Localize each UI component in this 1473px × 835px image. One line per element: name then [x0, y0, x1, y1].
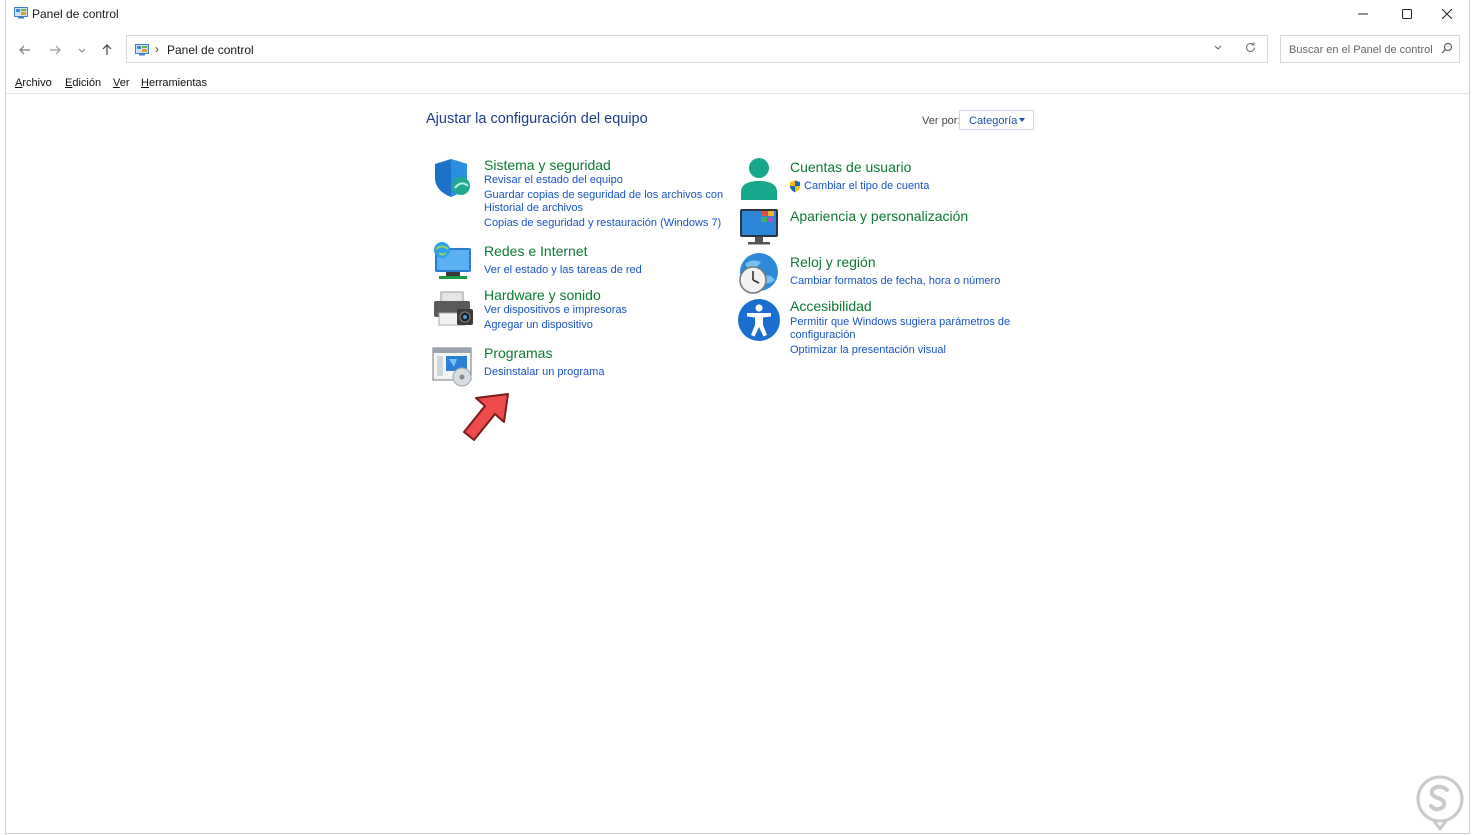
link-cambiar-tipo-cuenta[interactable]: Cambiar el tipo de cuenta	[804, 180, 929, 192]
link-cambiar-formatos[interactable]: Cambiar formatos de fecha, hora o número	[790, 275, 1000, 287]
window-title: Panel de control	[32, 7, 119, 21]
menu-ver[interactable]: Ver	[113, 77, 130, 89]
category-title-hardware[interactable]: Hardware y sonido	[484, 287, 601, 303]
clock-globe-icon	[739, 253, 778, 294]
link-permitir-windows[interactable]: Permitir que Windows sugiera parámetros …	[790, 316, 1010, 328]
view-by-value: Categoría	[969, 115, 1018, 127]
address-bar[interactable]: › Panel de control	[126, 35, 1268, 63]
maximize-button[interactable]	[1387, 0, 1427, 28]
address-dropdown-button[interactable]	[1213, 43, 1223, 56]
recent-locations-button[interactable]	[72, 40, 92, 60]
programs-icon	[432, 347, 472, 387]
arrow-left-icon	[19, 45, 30, 55]
category-title-programas[interactable]: Programas	[484, 345, 552, 361]
maximize-icon	[1402, 9, 1412, 19]
link-estado-red[interactable]: Ver el estado y las tareas de red	[484, 264, 642, 276]
printer-icon	[434, 291, 473, 326]
refresh-icon	[1245, 42, 1256, 52]
caret-down-icon	[1019, 118, 1025, 122]
link-revisar-estado[interactable]: Revisar el estado del equipo	[484, 174, 623, 186]
control-panel-icon	[14, 7, 28, 19]
up-button[interactable]	[97, 40, 117, 60]
watermark-logo-icon	[1416, 775, 1464, 831]
accessibility-icon	[738, 299, 780, 341]
view-by-label: Ver por:	[922, 115, 961, 127]
category-title-redes[interactable]: Redes e Internet	[484, 243, 588, 259]
refresh-button[interactable]	[1244, 41, 1257, 57]
chevron-down-icon	[78, 48, 86, 53]
uac-shield-icon	[790, 180, 800, 193]
close-icon	[1442, 9, 1452, 19]
appearance-monitor-icon	[740, 209, 778, 245]
category-title-apariencia[interactable]: Apariencia y personalización	[790, 208, 968, 224]
user-accounts-icon	[741, 158, 777, 200]
menu-bar: Archivo Edición Ver Herramientas	[6, 76, 1469, 94]
category-title-cuentas[interactable]: Cuentas de usuario	[790, 159, 911, 175]
link-copias-restauracion[interactable]: Copias de seguridad y restauración (Wind…	[484, 217, 721, 229]
category-title-accesibilidad[interactable]: Accesibilidad	[790, 298, 872, 314]
view-by-dropdown[interactable]: Categoría	[959, 110, 1034, 130]
search-icon[interactable]	[1441, 42, 1453, 54]
control-panel-icon	[135, 44, 149, 56]
minimize-button[interactable]	[1343, 0, 1383, 28]
network-globe-icon	[434, 242, 471, 279]
arrow-right-icon	[50, 45, 61, 55]
link-ver-dispositivos[interactable]: Ver dispositivos e impresoras	[484, 304, 627, 316]
control-panel-window: Panel de control › Panel de control Busc…	[5, 0, 1470, 834]
page-title: Ajustar la configuración del equipo	[426, 111, 648, 127]
link-optimizar-presentacion[interactable]: Optimizar la presentación visual	[790, 344, 946, 356]
search-box[interactable]	[1280, 35, 1460, 63]
menu-divider	[6, 93, 1469, 94]
menu-herramientas[interactable]: Herramientas	[141, 77, 207, 89]
breadcrumb[interactable]: Panel de control	[167, 43, 254, 57]
link-agregar-dispositivo[interactable]: Agregar un dispositivo	[484, 319, 593, 331]
security-shield-icon	[435, 159, 470, 197]
arrow-up-icon	[102, 44, 112, 55]
link-guardar-copias[interactable]: Guardar copias de seguridad de los archi…	[484, 189, 723, 201]
breadcrumb-separator-icon: ›	[155, 42, 159, 56]
menu-archivo[interactable]: Archivo	[15, 77, 52, 89]
menu-edicion[interactable]: Edición	[65, 77, 101, 89]
annotation-arrow-icon	[463, 393, 509, 441]
back-button[interactable]	[15, 40, 35, 60]
link-desinstalar-programa[interactable]: Desinstalar un programa	[484, 366, 604, 378]
category-title-sistema[interactable]: Sistema y seguridad	[484, 157, 611, 173]
navigation-row: › Panel de control	[6, 34, 1469, 66]
forward-button[interactable]	[45, 40, 65, 60]
search-input[interactable]	[1287, 40, 1439, 60]
title-bar: Panel de control	[6, 0, 1469, 28]
chevron-down-icon	[1214, 45, 1222, 50]
link-historial-archivos[interactable]: Historial de archivos	[484, 202, 583, 214]
link-configuracion[interactable]: configuración	[790, 329, 855, 341]
minimize-icon	[1358, 13, 1368, 15]
close-button[interactable]	[1427, 0, 1467, 28]
category-title-reloj[interactable]: Reloj y región	[790, 254, 876, 270]
